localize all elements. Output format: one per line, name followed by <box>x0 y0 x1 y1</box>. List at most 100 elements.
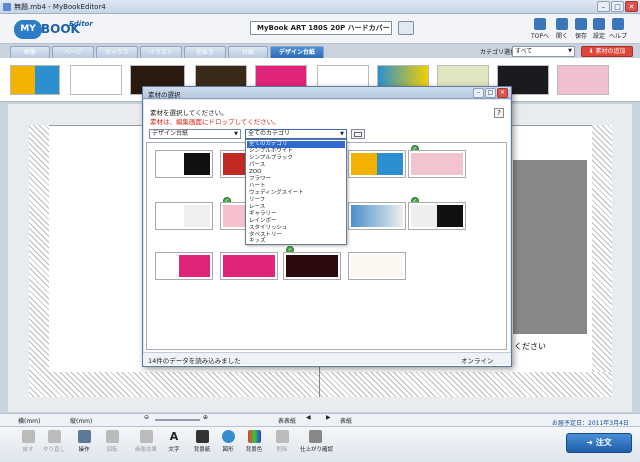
material-card[interactable] <box>155 202 213 230</box>
card-page <box>351 153 403 175</box>
color-icon <box>247 430 261 443</box>
material-card[interactable] <box>155 150 213 178</box>
material-type-select[interactable]: デザイン台紙 ▼ <box>149 129 241 139</box>
background-paper-button[interactable]: 背景紙 <box>190 430 214 460</box>
prev-spread-label: 表表紙 <box>278 418 297 425</box>
card-page <box>351 205 403 227</box>
dropdown-option[interactable]: ウェディングスイート <box>247 190 345 197</box>
maximize-button[interactable]: □ <box>611 1 624 12</box>
next-page-button[interactable]: ▶ <box>326 414 331 421</box>
material-card[interactable] <box>283 252 341 280</box>
text-label: 文字 <box>168 447 180 453</box>
redo-button[interactable]: やり直し <box>42 430 66 460</box>
minimize-button[interactable]: – <box>597 1 610 12</box>
product-select-button[interactable] <box>398 21 414 35</box>
image-effect-label: 画像効果 <box>134 447 157 453</box>
dropdown-option[interactable]: ハート <box>247 183 345 190</box>
tab-die-cut[interactable]: 型抜き <box>184 46 226 58</box>
material-card[interactable] <box>408 202 466 230</box>
dialog-titlebar: 素材の選択 – □ ✕ <box>143 87 511 99</box>
dropdown-option[interactable]: 全てのカテゴリ <box>247 141 345 148</box>
category-select[interactable]: すべて ▼ <box>512 46 575 57</box>
redo-icon <box>47 430 61 443</box>
material-card[interactable] <box>348 150 406 178</box>
dropdown-option[interactable]: リーフ <box>247 197 345 204</box>
undo-button[interactable]: 戻す <box>16 430 40 460</box>
tab-design-mount[interactable]: デザイン台紙 <box>270 46 324 58</box>
folder-icon <box>556 18 568 30</box>
product-name-field: MyBook ART 180S 20P ハードカバー <box>250 21 392 35</box>
zoom-in-icon[interactable]: ⊕ <box>203 414 208 421</box>
material-type-value: デザイン台紙 <box>152 130 189 137</box>
tab-boxes[interactable]: ボックス <box>96 46 138 58</box>
dropdown-option[interactable]: シンプルブラック <box>247 155 345 162</box>
preview-button[interactable]: 仕上がり確認 <box>300 430 333 460</box>
prev-page-button[interactable]: ◀ <box>306 414 311 421</box>
dropdown-option[interactable]: キッズ <box>247 238 345 245</box>
chevron-down-icon: ▼ <box>234 131 238 137</box>
add-material-button[interactable]: ⬇ 素材の追加 <box>581 46 633 57</box>
shape-icon <box>221 430 235 443</box>
tab-illustrations[interactable]: イラスト <box>140 46 182 58</box>
online-status: オンライン <box>461 357 494 365</box>
card-page <box>411 153 463 175</box>
close-button[interactable]: ✕ <box>625 1 638 12</box>
rotate-button[interactable]: 回転 <box>100 430 124 460</box>
view-mode-button[interactable] <box>351 129 365 139</box>
zoom-slider[interactable] <box>155 419 200 421</box>
operate-button[interactable]: 操作 <box>72 430 96 460</box>
shape-label: 図形 <box>222 447 234 453</box>
paper-icon <box>195 430 209 443</box>
material-category-select[interactable]: 全てのカテゴリ ▼ <box>245 129 347 139</box>
background-color-button[interactable]: 背景色 <box>242 430 266 460</box>
chevron-down-icon: ▼ <box>340 131 344 137</box>
dropdown-option[interactable]: レインボー <box>247 218 345 225</box>
dialog-maximize-button[interactable]: □ <box>485 88 496 98</box>
material-thumbnail[interactable] <box>557 65 609 95</box>
shape-button[interactable]: 図形 <box>216 430 240 460</box>
bleed-area <box>29 372 612 397</box>
dialog-minimize-button[interactable]: – <box>473 88 484 98</box>
card-page-left <box>411 205 437 227</box>
material-thumbnail[interactable] <box>10 65 60 95</box>
material-card[interactable] <box>348 202 406 230</box>
effect-icon <box>139 430 153 443</box>
order-button[interactable]: ➜ 注文 <box>566 433 632 453</box>
material-card[interactable] <box>220 252 278 280</box>
tab-mount[interactable]: 台紙 <box>228 46 268 58</box>
dropdown-option[interactable]: フラワー <box>247 176 345 183</box>
dropdown-option[interactable]: パース <box>247 162 345 169</box>
dialog-statusbar: 14件のデータを読み込みました オンライン <box>143 352 511 365</box>
dropdown-option[interactable]: シンプルホワイト <box>247 148 345 155</box>
help-button-label: ヘルプ <box>608 33 627 40</box>
dialog-title: 素材の選択 <box>148 91 181 99</box>
material-card[interactable] <box>408 150 466 178</box>
top-button-label: TOPへ <box>530 33 549 40</box>
order-label: 注文 <box>595 438 612 447</box>
material-card[interactable] <box>348 252 406 280</box>
dialog-help-button[interactable]: ? <box>494 108 504 118</box>
image-effect-button[interactable]: 画像効果 <box>134 430 158 460</box>
book-icon <box>308 430 322 443</box>
rotate-label: 回転 <box>106 447 118 453</box>
height-label: 縦(mm) <box>70 418 93 425</box>
material-thumbnail[interactable] <box>70 65 122 95</box>
help-button[interactable]: ヘルプ <box>607 18 629 42</box>
dropdown-option[interactable]: レース <box>247 204 345 211</box>
tab-images[interactable]: 画像 <box>10 46 50 58</box>
tab-pages[interactable]: ページ <box>52 46 94 58</box>
zoom-out-icon[interactable]: ⊖ <box>144 414 149 421</box>
next-spread-label: 表紙 <box>340 418 353 425</box>
dropdown-option[interactable]: スタイリッシュ <box>247 225 345 232</box>
card-page <box>223 255 275 277</box>
material-card[interactable] <box>155 252 213 280</box>
dialog-instruction-red: 素材は、編集画面にドロップしてください。 <box>150 118 280 126</box>
top-button[interactable]: TOPへ <box>529 18 551 42</box>
delete-button[interactable]: 削除 <box>270 430 294 460</box>
text-button[interactable]: A 文字 <box>162 430 186 460</box>
dropdown-option[interactable]: ZOO <box>247 169 345 176</box>
card-page <box>286 255 338 277</box>
dropdown-option[interactable]: ギャラリー <box>247 211 345 218</box>
photo-placeholder[interactable] <box>513 160 587 334</box>
dialog-close-button[interactable]: ✕ <box>497 88 508 98</box>
